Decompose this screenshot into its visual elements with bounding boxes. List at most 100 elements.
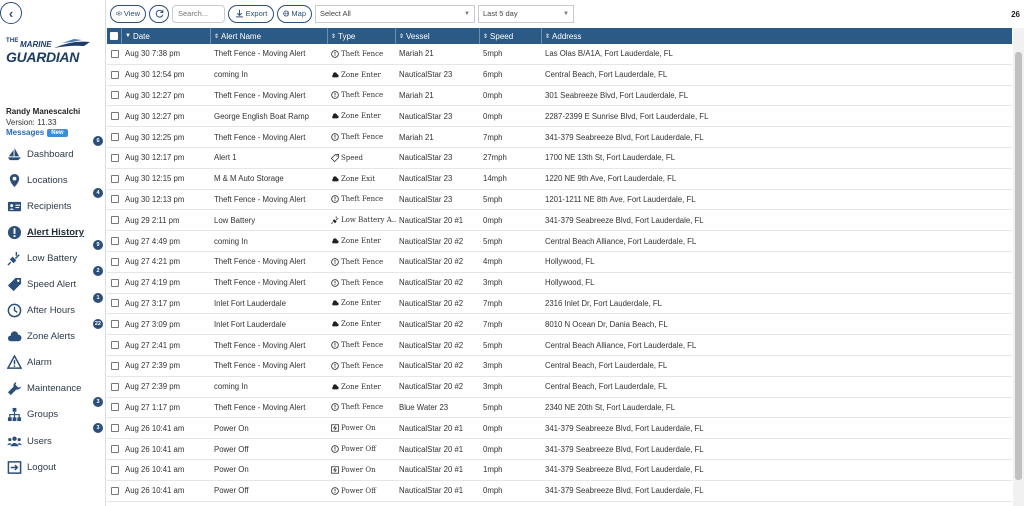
cell-vessel: NauticalStar 23	[399, 194, 453, 204]
column-address[interactable]: ⇕ Address	[542, 28, 1012, 44]
row-checkbox[interactable]	[110, 424, 119, 433]
table-row[interactable]: Aug 27 4:19 pm Theft Fence - Moving Alert…	[107, 273, 1012, 294]
table-row[interactable]: Aug 27 2:41 pm Theft Fence - Moving Alert…	[107, 335, 1012, 356]
table-row[interactable]: Aug 30 7:38 pm Theft Fence - Moving Alert…	[107, 44, 1012, 65]
row-checkbox[interactable]	[110, 320, 119, 329]
row-checkbox[interactable]	[110, 257, 119, 266]
column-vessel[interactable]: ⇕ Vessel	[396, 28, 480, 44]
table-row[interactable]: Aug 27 1:17 pm Theft Fence - Moving Alert…	[107, 398, 1012, 419]
row-checkbox[interactable]	[110, 237, 119, 246]
cell-alert-name: Low Battery	[214, 215, 256, 225]
row-checkbox[interactable]	[110, 153, 119, 162]
sidebar-item-zone-alerts[interactable]: Zone Alerts 22	[0, 318, 106, 350]
row-checkbox[interactable]	[110, 465, 119, 474]
sidebar-item-alarm[interactable]: Alarm	[0, 350, 106, 376]
cell-speed: 5mph	[483, 402, 503, 412]
cell-type: Power Off	[328, 481, 396, 501]
vessel-select[interactable]: Select All ▼	[315, 4, 475, 23]
select-all-checkbox[interactable]	[110, 32, 118, 40]
view-button[interactable]: View	[110, 4, 146, 23]
cell-type-label: Zone Exit	[341, 174, 376, 183]
sidebar-item-after-hours[interactable]: After Hours 1	[0, 292, 106, 324]
scrollbar[interactable]	[1013, 44, 1024, 506]
row-checkbox[interactable]	[110, 174, 119, 183]
row-checkbox[interactable]	[110, 382, 119, 391]
cell-vessel: Mariah 21	[399, 132, 434, 142]
cell-speed: 4mph	[483, 257, 503, 267]
table-row[interactable]: Aug 27 2:39 pm coming In Zone Enter Nautica…	[107, 377, 1012, 398]
sidebar-item-low-battery[interactable]: Low Battery 9	[0, 240, 106, 271]
refresh-icon	[155, 9, 163, 18]
cell-address: 8010 N Ocean Dr, Dania Beach, FL	[545, 319, 668, 329]
table-row[interactable]: Aug 30 12:27 pm George English Boat Ramp Z…	[107, 106, 1012, 128]
row-checkbox[interactable]	[110, 216, 119, 225]
cell-alert-name: Inlet Fort Lauderdale	[214, 298, 286, 308]
sidebar-item-users[interactable]: Users 3	[0, 423, 106, 454]
cell-date: Aug 29 2:11 pm	[125, 215, 180, 225]
sidebar-item-speed-alert[interactable]: Speed Alert 2	[0, 266, 106, 297]
row-checkbox[interactable]	[110, 403, 119, 412]
cell-alert-name: Theft Fence - Moving Alert	[214, 278, 306, 288]
row-checkbox[interactable]	[110, 341, 119, 350]
cell-speed: 7mph	[483, 319, 503, 329]
back-button[interactable]: ‹	[0, 2, 22, 24]
table-row[interactable]: Aug 27 3:17 pm Inlet Fort Lauderdale Zone …	[107, 294, 1012, 315]
row-checkbox[interactable]	[110, 91, 119, 100]
cell-speed: 6mph	[483, 70, 503, 80]
messages-link[interactable]: Messages New	[6, 128, 68, 137]
sort-icon: ⇕	[214, 33, 220, 40]
table-row[interactable]: Aug 26 10:41 am Power On Power On NauticalS…	[107, 418, 1012, 440]
sidebar-item-groups[interactable]: Groups 3	[0, 396, 106, 428]
sidebar-item-maintenance[interactable]: Maintenance	[0, 376, 106, 402]
table-row[interactable]: Aug 27 3:09 pm Inlet Fort Lauderdale Zone …	[107, 314, 1012, 336]
refresh-button[interactable]	[149, 4, 169, 23]
row-checkbox[interactable]	[110, 112, 119, 121]
cell-address: 2287-2399 E Sunrise Blvd, Fort Lauderdal…	[545, 111, 709, 121]
row-checkbox[interactable]	[110, 133, 119, 142]
table-row[interactable]: Aug 26 10:41 am Power On Power On NauticalS…	[107, 460, 1012, 481]
table-row[interactable]: Aug 30 12:15 pm M & M Auto Storage Zone Ex…	[107, 169, 1012, 190]
sidebar-item-recipients[interactable]: Recipients 4	[0, 188, 106, 219]
map-button[interactable]: Map	[277, 4, 312, 23]
cell-speed: 0mph	[483, 90, 503, 100]
table-row[interactable]: Aug 29 2:11 pm Low Battery Low Battery A..…	[107, 210, 1012, 232]
row-checkbox-cell	[107, 86, 122, 106]
scrollbar-thumb[interactable]	[1015, 52, 1022, 480]
column-alert-name[interactable]: ⇕ Alert Name	[211, 28, 328, 44]
cell-type: Power On	[328, 460, 396, 480]
table-row[interactable]: Aug 30 12:13 pm Theft Fence - Moving Aler…	[107, 190, 1012, 211]
table-row[interactable]: Aug 30 12:25 pm Theft Fence - Moving Aler…	[107, 127, 1012, 148]
sidebar-item-locations[interactable]: Locations	[0, 167, 106, 193]
export-button[interactable]: Export	[228, 4, 274, 23]
sidebar-item-dashboard[interactable]: Dashboard 6	[0, 136, 106, 167]
table-row[interactable]: Aug 26 10:41 am Power Off Power Off Nautica…	[107, 439, 1012, 460]
row-checkbox[interactable]	[110, 361, 119, 370]
sidebar-item-alert-history[interactable]: Alert History	[0, 219, 106, 245]
date-range-select[interactable]: Last 5 day ▼	[478, 4, 574, 23]
search-input[interactable]	[172, 4, 225, 23]
row-checkbox[interactable]	[110, 70, 119, 79]
row-checkbox[interactable]	[110, 278, 119, 287]
row-checkbox[interactable]	[110, 195, 119, 204]
table-row[interactable]: Aug 27 4:49 pm coming In Zone Enter Nautica…	[107, 231, 1012, 252]
column-speed[interactable]: ⇕ Speed	[480, 28, 542, 44]
row-checkbox[interactable]	[110, 299, 119, 308]
row-checkbox[interactable]	[110, 486, 119, 495]
logout-icon	[5, 459, 23, 475]
table-row[interactable]: Aug 27 2:39 pm Theft Fence - Moving Alert…	[107, 356, 1012, 377]
row-checkbox-cell	[107, 169, 122, 189]
cell-address: 341-379 Seabreeze Blvd, Fort Lauderdale,…	[545, 215, 704, 225]
cell-vessel: NauticalStar 20 #1	[399, 423, 464, 433]
scrollbar-up[interactable]	[1013, 28, 1024, 44]
users-icon	[5, 433, 23, 449]
column-type[interactable]: ⇕ Type	[328, 28, 396, 44]
row-checkbox[interactable]	[110, 445, 119, 454]
table-row[interactable]: Aug 30 12:54 pm coming In Zone Enter Nautic…	[107, 65, 1012, 86]
table-row[interactable]: Aug 30 12:17 pm Alert 1 Speed NauticalStar …	[107, 148, 1012, 169]
table-row[interactable]: Aug 27 4:21 pm Theft Fence - Moving Alert…	[107, 252, 1012, 273]
table-row[interactable]: Aug 30 12:27 pm Theft Fence - Moving Aler…	[107, 86, 1012, 107]
table-row[interactable]: Aug 26 10:41 am Power Off Power Off Nautica…	[107, 481, 1012, 502]
column-date[interactable]: ▼ Date	[122, 28, 211, 44]
row-checkbox[interactable]	[110, 49, 119, 58]
sidebar-item-logout[interactable]: Logout	[0, 454, 106, 480]
